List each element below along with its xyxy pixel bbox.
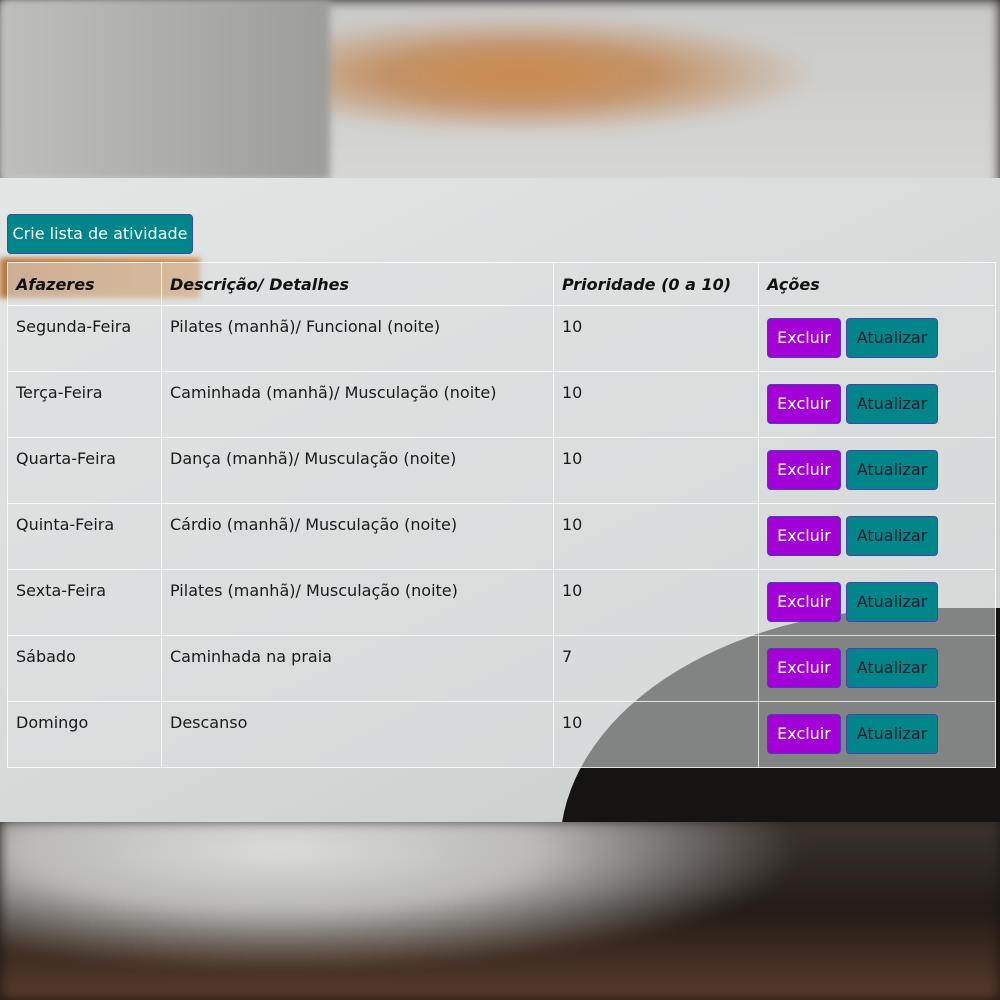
delete-button[interactable]: Excluir	[767, 714, 841, 754]
task-cell: Domingo	[7, 701, 162, 768]
tasks-table: Afazeres Descrição/ Detalhes Prioridade …	[7, 262, 996, 768]
actions-cell: Excluir Atualizar	[758, 371, 996, 438]
update-button[interactable]: Atualizar	[846, 648, 938, 688]
description-cell: Caminhada na praia	[161, 635, 554, 702]
delete-button[interactable]: Excluir	[767, 450, 841, 490]
description-cell: Descanso	[161, 701, 554, 768]
task-cell: Sábado	[7, 635, 162, 702]
delete-button[interactable]: Excluir	[767, 582, 841, 622]
table-row: Terça-Feira Caminhada (manhã)/ Musculaçã…	[7, 371, 996, 438]
update-button[interactable]: Atualizar	[846, 450, 938, 490]
priority-cell: 10	[553, 305, 759, 372]
delete-button[interactable]: Excluir	[767, 648, 841, 688]
table-header-row: Afazeres Descrição/ Detalhes Prioridade …	[7, 262, 996, 306]
table-row: Sábado Caminhada na praia 7 Excluir Atual…	[7, 635, 996, 702]
update-button[interactable]: Atualizar	[846, 582, 938, 622]
priority-cell: 10	[553, 701, 759, 768]
task-cell: Segunda-Feira	[7, 305, 162, 372]
description-cell: Pilates (manhã)/ Funcional (noite)	[161, 305, 554, 372]
priority-cell: 10	[553, 371, 759, 438]
task-cell: Terça-Feira	[7, 371, 162, 438]
header-task: Afazeres	[7, 262, 162, 306]
delete-button[interactable]: Excluir	[767, 318, 841, 358]
table-row: Quinta-Feira Cárdio (manhã)/ Musculação …	[7, 503, 996, 570]
background-photo-bottom	[0, 820, 1000, 1000]
delete-button[interactable]: Excluir	[767, 516, 841, 556]
description-cell: Cárdio (manhã)/ Musculação (noite)	[161, 503, 554, 570]
priority-cell: 10	[553, 503, 759, 570]
header-priority: Prioridade (0 a 10)	[553, 262, 759, 306]
actions-cell: Excluir Atualizar	[758, 437, 996, 504]
actions-cell: Excluir Atualizar	[758, 701, 996, 768]
description-cell: Caminhada (manhã)/ Musculação (noite)	[161, 371, 554, 438]
description-cell: Pilates (manhã)/ Musculação (noite)	[161, 569, 554, 636]
delete-button[interactable]: Excluir	[767, 384, 841, 424]
actions-cell: Excluir Atualizar	[758, 569, 996, 636]
priority-cell: 10	[553, 437, 759, 504]
priority-cell: 7	[553, 635, 759, 702]
task-cell: Quarta-Feira	[7, 437, 162, 504]
update-button[interactable]: Atualizar	[846, 384, 938, 424]
table-row: Sexta-Feira Pilates (manhã)/ Musculação …	[7, 569, 996, 636]
actions-cell: Excluir Atualizar	[758, 305, 996, 372]
priority-cell: 10	[553, 569, 759, 636]
description-cell: Dança (manhã)/ Musculação (noite)	[161, 437, 554, 504]
update-button[interactable]: Atualizar	[846, 318, 938, 358]
table-row: Domingo Descanso 10 Excluir Atualizar	[7, 701, 996, 768]
task-cell: Quinta-Feira	[7, 503, 162, 570]
background-photo-corner	[0, 0, 330, 180]
table-row: Segunda-Feira Pilates (manhã)/ Funcional…	[7, 305, 996, 372]
create-list-button[interactable]: Crie lista de atividade	[7, 214, 193, 254]
header-actions: Ações	[758, 262, 996, 306]
update-button[interactable]: Atualizar	[846, 714, 938, 754]
actions-cell: Excluir Atualizar	[758, 635, 996, 702]
update-button[interactable]: Atualizar	[846, 516, 938, 556]
header-description: Descrição/ Detalhes	[161, 262, 554, 306]
table-row: Quarta-Feira Dança (manhã)/ Musculação (…	[7, 437, 996, 504]
task-cell: Sexta-Feira	[7, 569, 162, 636]
actions-cell: Excluir Atualizar	[758, 503, 996, 570]
